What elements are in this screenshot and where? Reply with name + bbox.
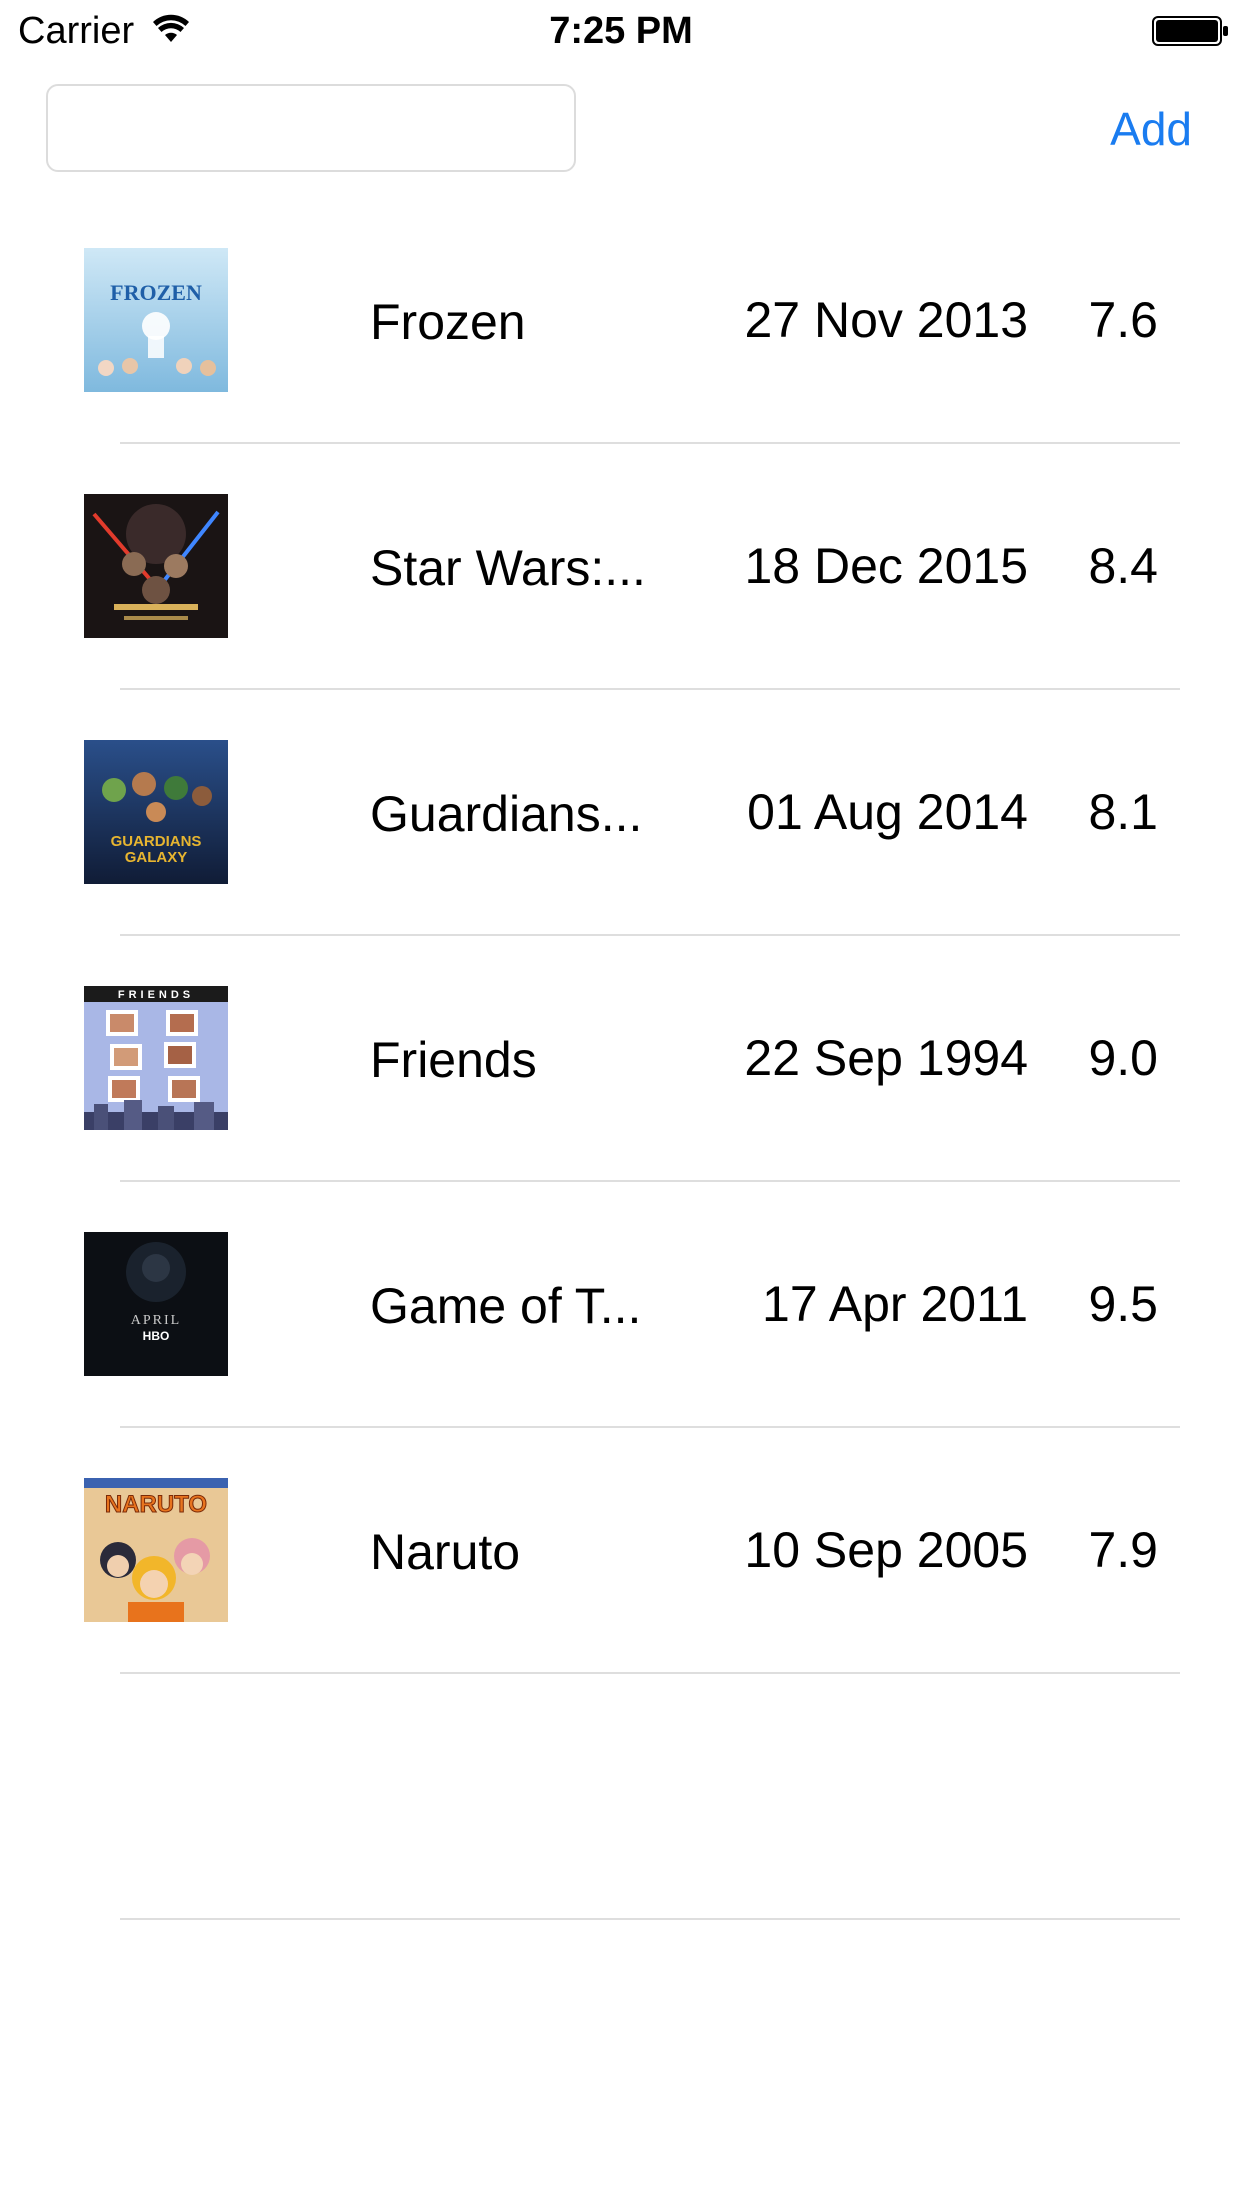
movie-rating: 9.5 (1088, 1276, 1158, 1332)
movie-rating: 8.4 (1088, 538, 1158, 594)
movie-title: Frozen (370, 294, 526, 350)
guardians-poster-text-2: GALAXY (125, 849, 188, 866)
movie-rating: 7.6 (1088, 292, 1158, 348)
add-button[interactable]: Add (1060, 98, 1192, 160)
naruto-poster: NARUTO (84, 1478, 228, 1622)
movie-rating: 9.0 (1088, 1030, 1158, 1086)
empty-row (0, 1674, 1242, 1920)
table-row[interactable]: FROZEN Frozen 27 Nov 2013 7.6 (0, 198, 1242, 444)
movie-title: Guardians... (370, 786, 643, 842)
got-poster-text-2: HBO (143, 1329, 170, 1343)
battery-full-icon (1152, 16, 1228, 46)
guardians-poster-text: GUARDIANS (111, 833, 202, 850)
table-row[interactable]: APRIL HBO Game of T... 17 Apr 2011 9.5 (0, 1182, 1242, 1428)
frozen-poster: FROZEN (84, 248, 228, 392)
star-wars-poster (84, 494, 228, 638)
got-poster-text: APRIL (131, 1313, 181, 1328)
movie-title: Naruto (370, 1524, 521, 1580)
guardians-poster: GUARDIANS GALAXY (84, 740, 228, 884)
game-of-thrones-poster: APRIL HBO (84, 1232, 228, 1376)
movie-rating: 7.9 (1088, 1522, 1158, 1578)
table-row[interactable]: NARUTO Naruto 10 Sep 2005 7.9 (0, 1428, 1242, 1674)
movie-title: Star Wars:... (370, 540, 646, 596)
naruto-poster-text: NARUTO (105, 1491, 207, 1518)
movie-date: 01 Aug 2014 (747, 784, 1028, 840)
frozen-poster-text: FROZEN (110, 280, 202, 305)
table-row[interactable]: FRIENDS Friends 22 Sep 1994 9.0 (0, 936, 1242, 1182)
friends-poster: FRIENDS (84, 986, 228, 1130)
clock: 7:25 PM (549, 10, 693, 52)
movie-date: 22 Sep 1994 (744, 1030, 1028, 1086)
search-input[interactable] (46, 84, 576, 172)
table-row[interactable]: GUARDIANS GALAXY Guardians... 01 Aug 201… (0, 690, 1242, 936)
status-bar: Carrier 7:25 PM (0, 0, 1242, 62)
movie-title: Game of T... (370, 1278, 642, 1334)
movie-rating: 8.1 (1088, 784, 1158, 840)
movie-title: Friends (370, 1032, 537, 1088)
screen: Carrier 7:25 PM Add FROZEN Frozen 27 Nov… (0, 0, 1242, 2208)
movie-date: 10 Sep 2005 (744, 1522, 1028, 1578)
movie-date: 18 Dec 2015 (744, 538, 1028, 594)
table-row[interactable]: Star Wars:... 18 Dec 2015 8.4 (0, 444, 1242, 690)
movie-date: 27 Nov 2013 (744, 292, 1028, 348)
row-separator (120, 1918, 1180, 1920)
friends-poster-text: FRIENDS (118, 989, 194, 1001)
movie-date: 17 Apr 2011 (762, 1276, 1028, 1332)
movie-list: FROZEN Frozen 27 Nov 2013 7.6 Star Wars:… (0, 198, 1242, 1920)
